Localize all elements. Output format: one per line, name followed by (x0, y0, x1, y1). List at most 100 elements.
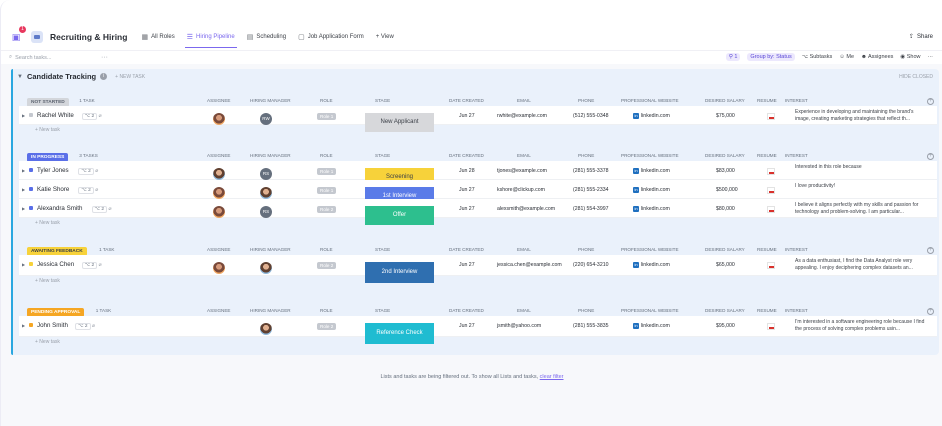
table-row[interactable]: ▶ Tyler Jones ⌥ 2 ⌀ RS Role 1 Screening Jun 28 t… (19, 161, 937, 187)
column-header-role[interactable]: ROLE (320, 247, 333, 252)
status-square-icon[interactable] (29, 168, 33, 172)
attachment-icon[interactable]: ⌀ (92, 323, 95, 329)
email-field[interactable]: alexsmith@example.com (497, 206, 555, 212)
desired-salary[interactable]: $75,000 (716, 113, 735, 119)
expand-subtasks-icon[interactable]: ▶ (22, 323, 25, 328)
email-field[interactable]: kshore@clickup.com (497, 187, 545, 193)
resume-file-icon[interactable] (767, 187, 775, 194)
column-header-manager[interactable]: HIRING MANAGER (250, 308, 291, 313)
table-row[interactable]: ▶ Jessica Chen ⌥ 2 ⌀ Role 2 2nd Interview Jun … (19, 255, 937, 283)
date-created[interactable]: Jun 27 (459, 262, 475, 268)
assignee-avatar[interactable] (213, 262, 225, 274)
add-column-icon[interactable]: + (927, 308, 934, 315)
desired-salary[interactable]: $500,000 (716, 187, 738, 193)
column-header-interest[interactable]: INTEREST (785, 153, 808, 158)
column-header-phone[interactable]: PHONE (578, 98, 594, 103)
assignee-avatar[interactable] (213, 206, 225, 218)
table-row[interactable]: ▶ Rachel White ⌥ 2 ⌀ RW Role 1 New Applicant Ju… (19, 106, 937, 132)
attachment-icon[interactable]: ⌀ (99, 262, 102, 268)
interest-text[interactable]: Interested in this role because (795, 164, 925, 171)
share-button[interactable]: ⇪ Share (909, 33, 933, 41)
resume-file-icon[interactable] (767, 323, 775, 330)
column-header-role[interactable]: ROLE (320, 153, 333, 158)
column-header-resume[interactable]: RESUME (757, 308, 777, 313)
column-header-website[interactable]: PROFESSIONAL WEBSITE (621, 247, 679, 252)
more-options-icon[interactable]: ··· (101, 54, 108, 61)
column-header-email[interactable]: EMAIL (517, 153, 531, 158)
add-task-row[interactable]: + New task (19, 125, 937, 136)
new-task-button[interactable]: + NEW TASK (115, 74, 145, 80)
expand-subtasks-icon[interactable]: ▶ (22, 206, 25, 211)
expand-subtasks-icon[interactable]: ▶ (22, 113, 25, 118)
phone-field[interactable]: (281) 554-3997 (573, 206, 608, 212)
add-column-icon[interactable]: + (927, 247, 934, 254)
desired-salary[interactable]: $83,000 (716, 168, 735, 174)
table-row[interactable]: ▶ John Smith ⌥ 2 ⌀ Role 2 Reference Check Jun … (19, 316, 937, 344)
subtasks-button[interactable]: ⌥ Subtasks (802, 54, 833, 60)
role-tag[interactable]: Role 2 (317, 262, 337, 269)
subtask-count[interactable]: ⌥ 2 (91, 206, 108, 213)
column-header-website[interactable]: PROFESSIONAL WEBSITE (621, 308, 679, 313)
date-created[interactable]: Jun 27 (459, 113, 475, 119)
desired-salary[interactable]: $65,000 (716, 262, 735, 268)
column-header-manager[interactable]: HIRING MANAGER (250, 98, 291, 103)
interest-text[interactable]: Experience in developing and maintaining… (795, 109, 925, 122)
status-square-icon[interactable] (29, 113, 33, 117)
role-tag[interactable]: Role 1 (317, 113, 337, 120)
resume-file-icon[interactable] (767, 168, 775, 175)
add-column-icon[interactable]: + (927, 153, 934, 160)
desired-salary[interactable]: $80,000 (716, 206, 735, 212)
phone-field[interactable]: (281) 555-3378 (573, 168, 608, 174)
column-header-salary[interactable]: DESIRED SALARY (705, 247, 745, 252)
candidate-name[interactable]: Tyler Jones (37, 167, 69, 174)
stage-dropdown[interactable]: Offer (365, 206, 434, 225)
candidate-name[interactable]: John Smith (37, 322, 68, 329)
candidate-name[interactable]: Jessica Chen (37, 261, 74, 268)
manager-avatar[interactable]: RS (260, 168, 272, 180)
expand-subtasks-icon[interactable]: ▶ (22, 187, 25, 192)
table-row[interactable]: ▶ Katie Shore ⌥ 2 ⌀ Role 1 1st Interview Jun 2… (19, 180, 937, 206)
column-header-resume[interactable]: RESUME (757, 153, 777, 158)
tab-hiring-pipeline[interactable]: ☰ Hiring Pipeline (181, 26, 241, 48)
column-header-date[interactable]: DATE CREATED (449, 153, 484, 158)
column-header-date[interactable]: DATE CREATED (449, 308, 484, 313)
email-field[interactable]: jessica.chen@example.com (497, 262, 562, 268)
column-header-assignee[interactable]: ASSIGNEE (207, 153, 231, 158)
info-icon[interactable]: i (100, 73, 108, 80)
website-link[interactable]: linkedin.com (641, 168, 670, 174)
phone-field[interactable]: (281) 555-2334 (573, 187, 608, 193)
date-created[interactable]: Jun 27 (459, 187, 475, 193)
website-link[interactable]: linkedin.com (641, 113, 670, 119)
assignee-avatar[interactable] (213, 113, 225, 125)
column-header-assignee[interactable]: ASSIGNEE (207, 247, 231, 252)
assignee-avatar[interactable] (213, 168, 225, 180)
column-header-assignee[interactable]: ASSIGNEE (207, 308, 231, 313)
role-tag[interactable]: Role 1 (317, 168, 337, 175)
stage-dropdown[interactable]: Reference Check (365, 323, 434, 344)
role-tag[interactable]: Role 2 (317, 206, 337, 213)
date-created[interactable]: Jun 27 (459, 323, 475, 329)
subtask-count[interactable]: ⌥ 2 (81, 262, 98, 269)
stage-dropdown[interactable]: New Applicant (365, 113, 434, 132)
column-header-interest[interactable]: INTEREST (785, 308, 808, 313)
column-header-salary[interactable]: DESIRED SALARY (705, 98, 745, 103)
column-header-stage[interactable]: STAGE (375, 153, 390, 158)
tab-job-application-form[interactable]: ▢ Job Application Form (292, 26, 370, 48)
manager-avatar[interactable] (260, 262, 272, 274)
attachment-icon[interactable]: ⌀ (99, 113, 102, 119)
hide-closed-button[interactable]: HIDE CLOSED (899, 74, 933, 80)
desired-salary[interactable]: $95,000 (716, 323, 735, 329)
expand-subtasks-icon[interactable]: ▶ (22, 262, 25, 267)
website-link[interactable]: linkedin.com (641, 323, 670, 329)
column-header-phone[interactable]: PHONE (578, 153, 594, 158)
resume-file-icon[interactable] (767, 113, 775, 120)
add-task-row[interactable]: + New task (19, 218, 937, 229)
stage-dropdown[interactable]: 2nd Interview (365, 262, 434, 283)
filter-button[interactable]: ⚲ 1 (725, 53, 741, 61)
column-header-interest[interactable]: INTEREST (785, 98, 808, 103)
column-header-date[interactable]: DATE CREATED (449, 98, 484, 103)
column-header-date[interactable]: DATE CREATED (449, 247, 484, 252)
resume-file-icon[interactable] (767, 262, 775, 269)
candidate-name[interactable]: Katie Shore (37, 186, 69, 193)
email-field[interactable]: tjones@example.com (497, 168, 547, 174)
